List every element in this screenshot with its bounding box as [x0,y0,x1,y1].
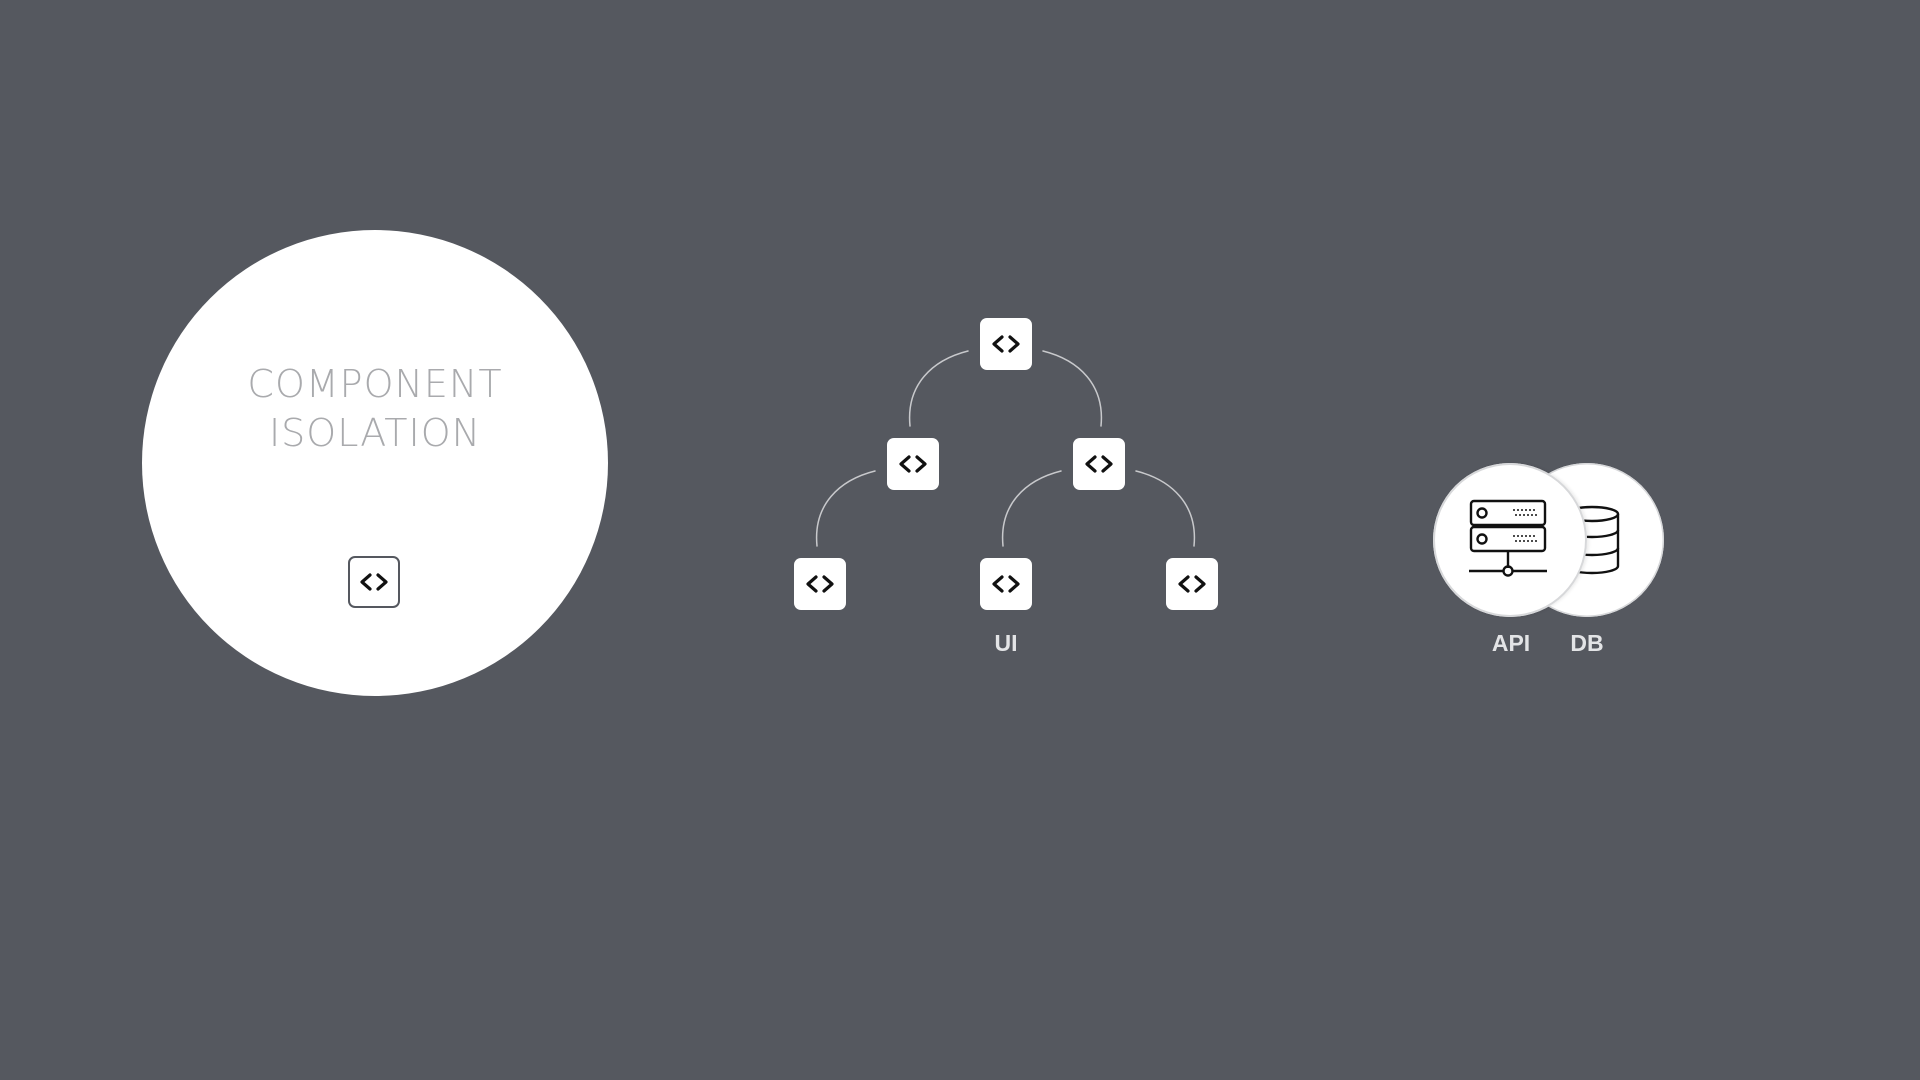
connector-right-leaf3 [1135,470,1196,547]
tree-node-child-right [1073,438,1125,490]
diagram-stage: COMPONENT ISOLATION UI API DB [0,0,1920,1080]
tree-node-root [980,318,1032,370]
api-label: API [1491,630,1531,656]
ui-label: UI [994,630,1018,656]
tree-node-leaf-2 [980,558,1032,610]
code-brackets-icon [991,575,1021,593]
db-label: DB [1570,630,1604,656]
code-brackets-icon [1177,575,1207,593]
connector-left-leaf1 [815,470,876,547]
api-circle [1433,463,1587,617]
isolation-title-line-2: ISOLATION [268,411,482,455]
code-brackets-icon [1084,455,1114,473]
tree-node-leaf-1 [794,558,846,610]
isolated-component [348,556,400,608]
server-icon [1469,499,1547,577]
isolation-title: COMPONENT ISOLATION [142,360,608,458]
isolation-title-line-1: COMPONENT [247,362,503,406]
code-brackets-icon [991,335,1021,353]
tree-node-child-left [887,438,939,490]
tree-node-leaf-3 [1166,558,1218,610]
code-brackets-icon [359,573,389,591]
component-isolation-circle: COMPONENT ISOLATION [142,230,608,696]
code-brackets-icon [805,575,835,593]
connector-right-leaf2 [1001,470,1062,547]
code-brackets-icon [898,455,928,473]
connector-root-left [908,350,969,427]
connector-root-right [1042,350,1103,427]
